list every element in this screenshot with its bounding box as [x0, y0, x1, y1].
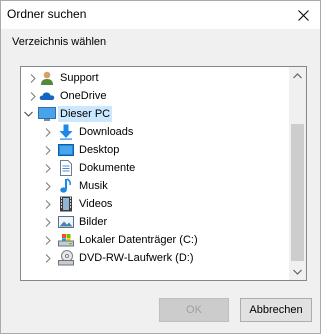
tree-item-downloads[interactable]: Downloads: [21, 123, 287, 141]
chevron-right-icon[interactable]: [43, 159, 53, 177]
chevron-right-icon[interactable]: [43, 123, 53, 141]
desktop-icon: [58, 142, 74, 158]
dvd-drive-icon: [58, 250, 74, 266]
chevron-right-icon[interactable]: [43, 141, 53, 159]
prompt-label: Verzeichnis wählen: [12, 36, 107, 48]
tree-item-videos[interactable]: Videos: [21, 195, 287, 213]
tree-item-label: DVD-RW-Laufwerk (D:): [79, 252, 194, 264]
close-icon: [297, 9, 309, 21]
chevron-right-icon[interactable]: [43, 213, 53, 231]
tree-item-dvd-drive-d[interactable]: DVD-RW-Laufwerk (D:): [21, 249, 287, 267]
tree-item-label: Dieser PC: [58, 106, 113, 122]
tree-item-musik[interactable]: Musik: [21, 177, 287, 195]
local-disk-icon: [58, 232, 74, 248]
tree-item-local-disk-c[interactable]: Lokaler Datenträger (C:): [21, 231, 287, 249]
user-folder-icon: [39, 70, 55, 86]
chevron-down-icon[interactable]: [23, 105, 33, 123]
chevron-right-icon[interactable]: [43, 177, 53, 195]
cancel-button[interactable]: Abbrechen: [240, 298, 312, 322]
chevron-right-icon[interactable]: [43, 249, 53, 267]
chevron-right-icon[interactable]: [43, 195, 53, 213]
tree-item-label: Downloads: [79, 126, 134, 138]
tree-item-onedrive[interactable]: OneDrive: [21, 87, 287, 105]
downloads-arrow-icon: [58, 124, 74, 140]
tree-item-dokumente[interactable]: Dokumente: [21, 159, 287, 177]
browse-folder-dialog: Ordner suchen Verzeichnis wählen Support: [0, 0, 321, 334]
tree-item-label: Lokaler Datenträger (C:): [79, 234, 198, 246]
folder-tree[interactable]: Support OneDrive Dieser PC Downloads Des…: [20, 66, 307, 281]
chevron-right-icon[interactable]: [28, 69, 38, 87]
tree-item-label: Desktop: [79, 144, 120, 156]
ok-button[interactable]: OK: [159, 298, 229, 322]
tree-item-label: OneDrive: [60, 90, 107, 102]
chevron-right-icon[interactable]: [28, 87, 38, 105]
scroll-up-button[interactable]: [289, 67, 306, 84]
chevron-right-icon[interactable]: [43, 231, 53, 249]
title-bar: Ordner suchen: [1, 1, 320, 29]
close-button[interactable]: [286, 1, 320, 29]
onedrive-cloud-icon: [39, 88, 55, 104]
tree-item-label: Bilder: [79, 216, 108, 228]
tree-item-dieser-pc[interactable]: Dieser PC: [21, 105, 287, 123]
tree-item-desktop[interactable]: Desktop: [21, 141, 287, 159]
scroll-thumb[interactable]: [291, 124, 304, 261]
tree-item-label: Dokumente: [79, 162, 136, 174]
this-pc-monitor-icon: [38, 106, 56, 122]
documents-icon: [58, 160, 74, 176]
tree-item-label: Musik: [79, 180, 108, 192]
pictures-icon: [58, 214, 74, 230]
tree-item-label: Videos: [79, 198, 113, 210]
tree-item-bilder[interactable]: Bilder: [21, 213, 287, 231]
music-note-icon: [58, 178, 74, 194]
scroll-down-button[interactable]: [289, 263, 306, 280]
chevron-down-icon: [293, 269, 302, 275]
tree-item-support[interactable]: Support: [21, 69, 287, 87]
dialog-title: Ordner suchen: [7, 7, 87, 21]
tree-item-label: Support: [60, 72, 99, 84]
tree-scrollbar[interactable]: [289, 67, 306, 280]
video-film-icon: [58, 196, 74, 212]
chevron-up-icon: [293, 72, 302, 78]
